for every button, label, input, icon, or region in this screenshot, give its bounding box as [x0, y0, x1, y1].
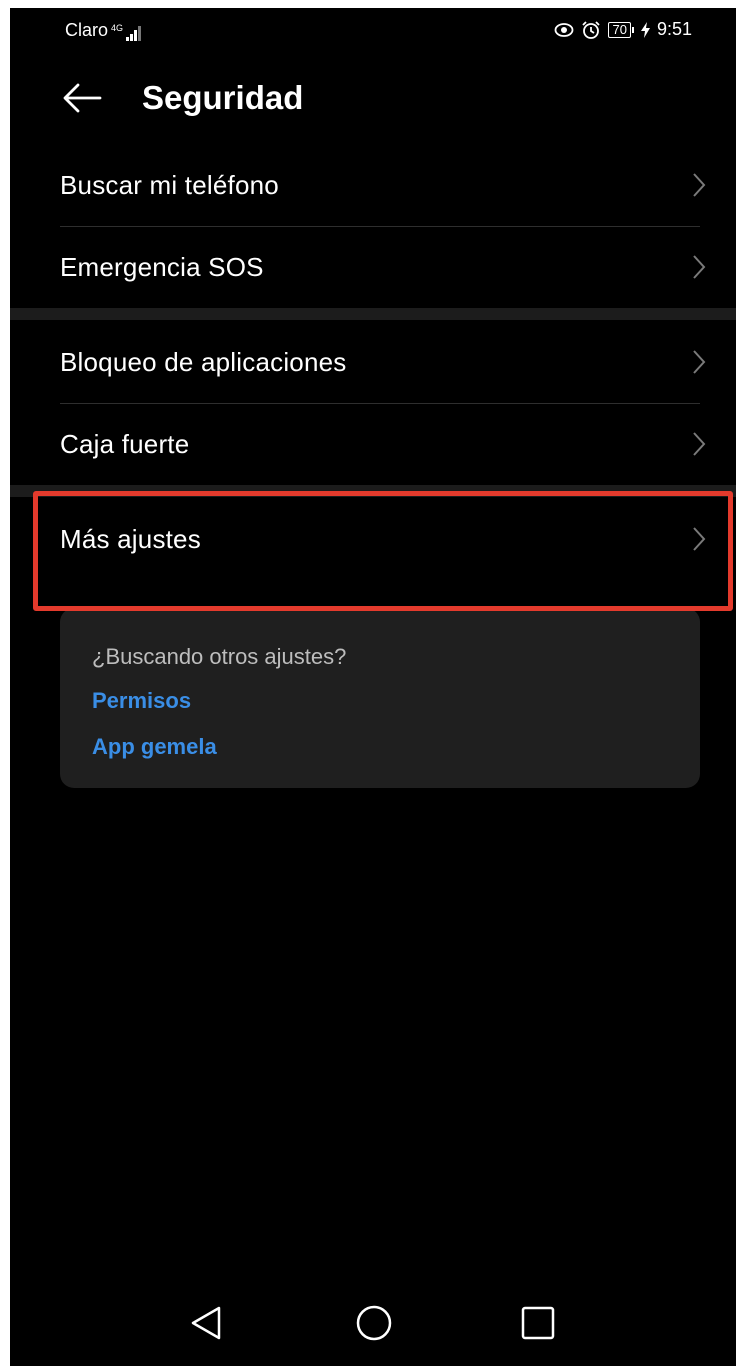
list-item-label: Caja fuerte — [60, 429, 190, 459]
screen-edge-top — [0, 0, 736, 8]
screen-edge-left — [0, 0, 10, 1366]
list-item-label: Más ajustes — [60, 524, 201, 554]
clock: 9:51 — [656, 19, 692, 39]
settings-group-1: Buscar mi teléfono Emergencia SOS — [10, 144, 736, 308]
list-item-mas-ajustes[interactable]: Más ajustes — [10, 498, 736, 580]
app-bar: Seguridad — [10, 70, 736, 130]
status-bar: Claro 4G 70 9:51 — [10, 8, 736, 48]
page-title: Seguridad — [142, 79, 304, 116]
chevron-right-icon — [693, 527, 706, 551]
list-item-label: Emergencia SOS — [60, 252, 264, 282]
list-item-buscar-mi-telefono[interactable]: Buscar mi teléfono — [10, 144, 736, 226]
settings-group-2: Bloqueo de aplicaciones Caja fuerte — [10, 321, 736, 485]
back-triangle-icon[interactable] — [183, 1300, 229, 1346]
carrier-info: Claro 4G — [65, 20, 142, 41]
list-item-label: Bloqueo de aplicaciones — [60, 347, 347, 377]
suggestion-card-title: ¿Buscando otros ajustes? — [92, 644, 347, 669]
chevron-right-icon — [693, 173, 706, 197]
alarm-icon — [582, 20, 601, 39]
signal-icon — [126, 25, 142, 41]
chevron-right-icon — [693, 255, 706, 279]
chevron-right-icon — [693, 350, 706, 374]
list-item-bloqueo-de-aplicaciones[interactable]: Bloqueo de aplicaciones — [10, 321, 736, 403]
list-item-label: Buscar mi teléfono — [60, 170, 279, 200]
link-app-gemela[interactable]: App gemela — [92, 734, 217, 760]
link-permisos[interactable]: Permisos — [92, 688, 191, 714]
list-item-emergencia-sos[interactable]: Emergencia SOS — [10, 226, 736, 308]
chevron-right-icon — [693, 432, 706, 456]
battery-level: 70 — [608, 21, 631, 38]
suggestion-card: ¿Buscando otros ajustes? Permisos App ge… — [60, 608, 700, 788]
carrier-name: Claro — [65, 20, 109, 40]
group-separator — [10, 485, 736, 497]
status-icons: 70 9:51 — [554, 19, 692, 40]
settings-group-3: Más ajustes — [10, 498, 736, 608]
battery-icon: 70 — [608, 21, 634, 38]
eye-comfort-icon — [555, 22, 574, 37]
home-circle-icon[interactable] — [351, 1300, 397, 1346]
network-type: 4G — [111, 23, 124, 33]
back-arrow-icon[interactable] — [60, 78, 104, 118]
phone-screen: Claro 4G 70 9:51 Seguridad Buscar mi tel… — [10, 8, 736, 1366]
recents-square-icon[interactable] — [515, 1300, 561, 1346]
list-item-caja-fuerte[interactable]: Caja fuerte — [10, 403, 736, 485]
navigation-bar — [10, 1280, 736, 1366]
group-separator — [10, 308, 736, 320]
charging-icon — [640, 21, 650, 38]
